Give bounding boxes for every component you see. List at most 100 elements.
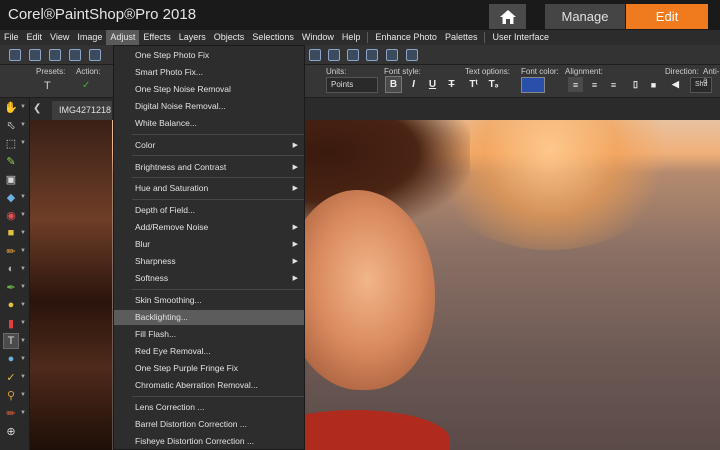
menu-item-purple-fringe-fix[interactable]: One Step Purple Fringe Fix [114, 361, 304, 376]
red-eye-tool-icon[interactable]: ◉ ▼ [4, 208, 26, 222]
pan-tool-icon[interactable]: ✋ ▼ [4, 100, 26, 114]
home-button[interactable] [489, 4, 526, 29]
warp-tool-icon[interactable]: ⚲ ▼ [4, 388, 26, 402]
menu-effects[interactable]: Effects [139, 30, 174, 45]
menu-palettes[interactable]: Palettes [441, 30, 482, 45]
image-icon[interactable] [406, 49, 418, 61]
menu-item-one-step-noise-removal[interactable]: One Step Noise Removal [114, 82, 304, 97]
menu-item-hue-saturation[interactable]: Hue and Saturation ▶ [114, 181, 304, 196]
face [285, 190, 435, 390]
manage-tab[interactable]: Manage [545, 4, 625, 29]
menu-view[interactable]: View [46, 30, 73, 45]
menu-item-add-remove-noise[interactable]: Add/Remove Noise ▶ [114, 220, 304, 235]
alignment-label: Alignment: [565, 67, 603, 76]
menu-bar: File Edit View Image Adjust Effects Laye… [0, 30, 720, 45]
menu-separator [132, 155, 304, 156]
menu-item-barrel-distortion-correction[interactable]: Barrel Distortion Correction ... [114, 417, 304, 432]
menu-item-chromatic-aberration-removal[interactable]: Chromatic Aberration Removal... [114, 378, 304, 393]
menu-item-red-eye-removal[interactable]: Red Eye Removal... [114, 344, 304, 359]
actual-size-icon[interactable] [366, 49, 378, 61]
font-style-label: Font style: [384, 67, 421, 76]
menu-separator [132, 289, 304, 290]
submenu-arrow-icon: ▶ [292, 142, 298, 149]
menu-edit[interactable]: Edit [23, 30, 47, 45]
zoom-in-icon[interactable] [347, 49, 359, 61]
align-left-button[interactable]: ≡ [568, 77, 583, 92]
new-file-icon[interactable] [9, 49, 21, 61]
menu-layers[interactable]: Layers [175, 30, 210, 45]
menu-item-one-step-photo-fix[interactable]: One Step Photo Fix [114, 48, 304, 63]
menu-adjust[interactable]: Adjust [106, 30, 140, 45]
dodge-tool-icon[interactable]: ◐ ▼ [4, 262, 26, 276]
pick-tool-icon[interactable]: ⬁ ▼ [4, 118, 26, 132]
zoom-out-icon[interactable] [328, 49, 340, 61]
strikethrough-button[interactable]: T [444, 77, 459, 92]
subscript-button[interactable]: Tₔ [486, 77, 501, 92]
font-color-swatch[interactable] [521, 77, 545, 93]
units-value: Points [331, 80, 354, 89]
makeover-tool-icon[interactable]: ■ ▼ [4, 226, 26, 240]
menu-item-fisheye-distortion-correction[interactable]: Fisheye Distortion Correction ... [114, 434, 304, 449]
menu-item-backlighting[interactable]: Backlighting... [114, 310, 304, 325]
clone-brush-icon[interactable]: ✏ ▼ [4, 244, 26, 258]
align-center-button[interactable]: ≡ [587, 77, 602, 92]
text-direction-icon[interactable]: ◀ [668, 77, 683, 92]
text-outline-icon[interactable]: ▯ [628, 77, 643, 92]
app-title: Corel®PaintShop®Pro 2018 [8, 6, 197, 23]
print-icon[interactable] [89, 49, 101, 61]
apply-check-icon[interactable]: ✓ [82, 80, 90, 91]
menu-item-softness[interactable]: Softness ▶ [114, 271, 304, 286]
chevron-left-icon[interactable]: ❮ [33, 103, 41, 114]
add-tool-icon[interactable]: ⊕ [4, 424, 18, 438]
menu-separator [484, 32, 486, 43]
selection-tool-icon[interactable]: ⬚ ▼ [4, 136, 26, 150]
straighten-tool-icon[interactable]: ◆ ▼ [4, 190, 26, 204]
adjust-menu: One Step Photo Fix Smart Photo Fix... On… [113, 45, 305, 450]
menu-item-digital-noise-removal[interactable]: Digital Noise Removal... [114, 99, 304, 114]
italic-button[interactable]: I [406, 77, 421, 92]
edit-tab[interactable]: Edit [626, 4, 708, 29]
superscript-button[interactable]: Tᵗ [466, 77, 481, 92]
pen-tool-icon[interactable]: ✓ ▼ [4, 370, 26, 384]
text-tool-icon[interactable]: T ▼ [3, 333, 26, 349]
menu-selections[interactable]: Selections [248, 30, 298, 45]
menu-item-brightness-contrast[interactable]: Brightness and Contrast ▶ [114, 160, 304, 175]
paint-brush-icon[interactable]: ✒ ▼ [4, 280, 26, 294]
menu-item-color[interactable]: Color ▶ [114, 138, 304, 153]
text-tool-icon[interactable]: T [44, 80, 51, 92]
menu-item-lens-correction[interactable]: Lens Correction ... [114, 400, 304, 415]
menu-user-interface[interactable]: User Interface [488, 30, 553, 45]
eraser-tool-icon[interactable]: ▮ ▼ [4, 316, 26, 330]
text-options-label: Text options: [465, 67, 510, 76]
fit-window-icon[interactable] [309, 49, 321, 61]
picture-tube-icon[interactable]: ✏ ▼ [4, 406, 26, 420]
text-fill-icon[interactable]: ■ [646, 77, 661, 92]
align-right-button[interactable]: ≡ [606, 77, 621, 92]
menu-window[interactable]: Window [298, 30, 338, 45]
menu-image[interactable]: Image [73, 30, 106, 45]
crop-icon[interactable] [386, 49, 398, 61]
crop-tool-icon[interactable]: ▣ [4, 172, 18, 186]
menu-item-skin-smoothing[interactable]: Skin Smoothing... [114, 293, 304, 308]
bold-button[interactable]: B [385, 76, 402, 93]
open-icon[interactable] [29, 49, 41, 61]
underline-button[interactable]: U [425, 77, 440, 92]
units-select[interactable]: Points [326, 77, 378, 93]
document-tab[interactable]: IMG4271218 [52, 101, 112, 120]
menu-objects[interactable]: Objects [210, 30, 249, 45]
menu-enhance-photo[interactable]: Enhance Photo [371, 30, 441, 45]
menu-item-sharpness[interactable]: Sharpness ▶ [114, 254, 304, 269]
menu-help[interactable]: Help [338, 30, 365, 45]
save-icon[interactable] [69, 49, 81, 61]
dropper-tool-icon[interactable]: ✎ [4, 154, 18, 168]
submenu-arrow-icon: ▶ [292, 224, 298, 231]
flood-fill-icon[interactable]: ● ▼ [4, 298, 26, 312]
menu-item-fill-flash[interactable]: Fill Flash... [114, 327, 304, 342]
menu-item-white-balance[interactable]: White Balance... [114, 116, 304, 131]
menu-item-smart-photo-fix[interactable]: Smart Photo Fix... [114, 65, 304, 80]
menu-item-depth-of-field[interactable]: Depth of Field... [114, 203, 304, 218]
browse-icon[interactable] [49, 49, 61, 61]
menu-item-blur[interactable]: Blur ▶ [114, 237, 304, 252]
shape-tool-icon[interactable]: ● ▼ [4, 352, 26, 366]
menu-file[interactable]: File [0, 30, 23, 45]
